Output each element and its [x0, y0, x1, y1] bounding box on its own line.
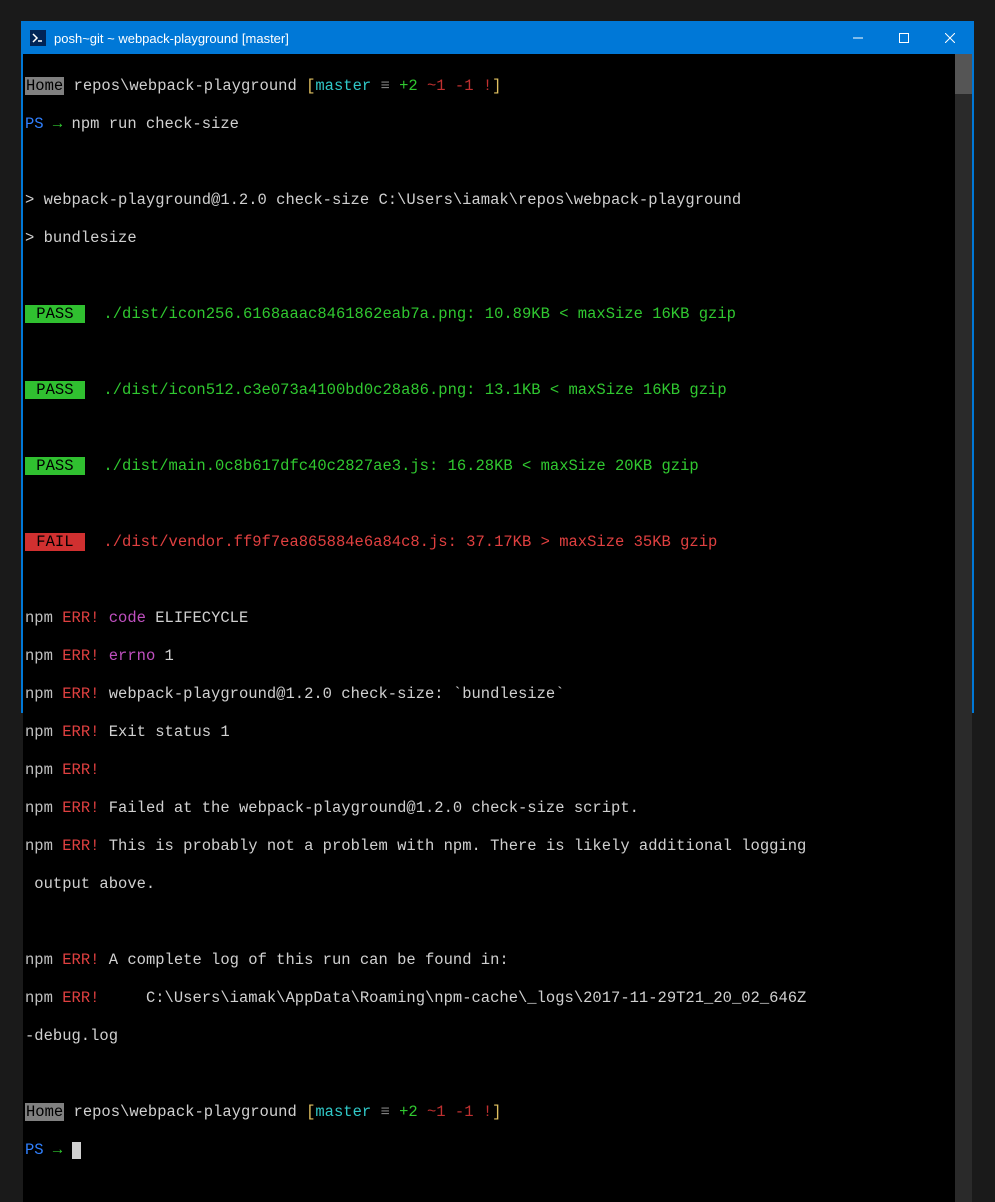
git-branch: master — [315, 1103, 371, 1121]
cwd-path: repos\webpack-playground — [64, 77, 306, 95]
minimize-icon — [853, 33, 863, 43]
maximize-button[interactable] — [881, 22, 927, 54]
scroll-thumb[interactable] — [955, 54, 972, 94]
pass-badge: PASS — [25, 381, 85, 399]
maximize-icon — [899, 33, 909, 43]
fail-badge: FAIL — [25, 533, 85, 551]
npm-error: npm ERR! — [25, 761, 953, 780]
command-line: PS → npm run check-size — [25, 115, 953, 134]
scrollbar[interactable] — [955, 54, 972, 1202]
home-badge: Home — [25, 77, 64, 95]
cwd-path: repos\webpack-playground — [64, 1103, 306, 1121]
git-untracked: ! — [474, 1103, 493, 1121]
powershell-icon — [30, 30, 46, 46]
npm-error: npm ERR! Failed at the webpack-playgroun… — [25, 799, 953, 818]
npm-error: npm ERR! errno 1 — [25, 647, 953, 666]
check-pass: PASS ./dist/icon512.c3e073a4100bd0c28a86… — [25, 381, 953, 400]
pass-badge: PASS — [25, 305, 85, 323]
window-title: posh~git ~ webpack-playground [master] — [54, 31, 835, 46]
terminal-output[interactable]: Home repos\webpack-playground [master ≡ … — [23, 54, 955, 1202]
check-fail: FAIL ./dist/vendor.ff9f7ea865884e6a84c8.… — [25, 533, 953, 552]
npm-script-line: > bundlesize — [25, 229, 953, 248]
npm-script-line: > webpack-playground@1.2.0 check-size C:… — [25, 191, 953, 210]
git-modified: ~1 — [418, 1103, 446, 1121]
terminal-window: posh~git ~ webpack-playground [master] H… — [22, 22, 973, 712]
terminal-container: Home repos\webpack-playground [master ≡ … — [23, 54, 972, 1202]
npm-error: npm ERR! A complete log of this run can … — [25, 951, 953, 970]
git-added: +2 — [399, 1103, 418, 1121]
prompt-line: Home repos\webpack-playground [master ≡ … — [25, 1103, 953, 1122]
git-deleted: -1 — [446, 1103, 474, 1121]
close-button[interactable] — [927, 22, 973, 54]
check-pass: PASS ./dist/icon256.6168aaac8461862eab7a… — [25, 305, 953, 324]
titlebar[interactable]: posh~git ~ webpack-playground [master] — [22, 22, 973, 54]
npm-error: npm ERR! webpack-playground@1.2.0 check-… — [25, 685, 953, 704]
npm-error: npm ERR! This is probably not a problem … — [25, 837, 953, 856]
pass-badge: PASS — [25, 457, 85, 475]
npm-error: -debug.log — [25, 1027, 953, 1046]
npm-error: output above. — [25, 875, 953, 894]
git-branch: master — [315, 77, 371, 95]
check-pass: PASS ./dist/main.0c8b617dfc40c2827ae3.js… — [25, 457, 953, 476]
cursor — [72, 1142, 81, 1159]
git-untracked: ! — [474, 77, 493, 95]
prompt-line: Home repos\webpack-playground [master ≡ … — [25, 77, 953, 96]
command-text: npm run check-size — [72, 115, 239, 133]
git-modified: ~1 — [418, 77, 446, 95]
window-controls — [835, 22, 973, 54]
git-deleted: -1 — [446, 77, 474, 95]
npm-error: npm ERR! C:\Users\iamak\AppData\Roaming\… — [25, 989, 953, 1008]
npm-error: npm ERR! Exit status 1 — [25, 723, 953, 742]
close-icon — [945, 33, 955, 43]
npm-error: npm ERR! code ELIFECYCLE — [25, 609, 953, 628]
minimize-button[interactable] — [835, 22, 881, 54]
git-added: +2 — [399, 77, 418, 95]
home-badge: Home — [25, 1103, 64, 1121]
input-line[interactable]: PS → — [25, 1141, 953, 1160]
